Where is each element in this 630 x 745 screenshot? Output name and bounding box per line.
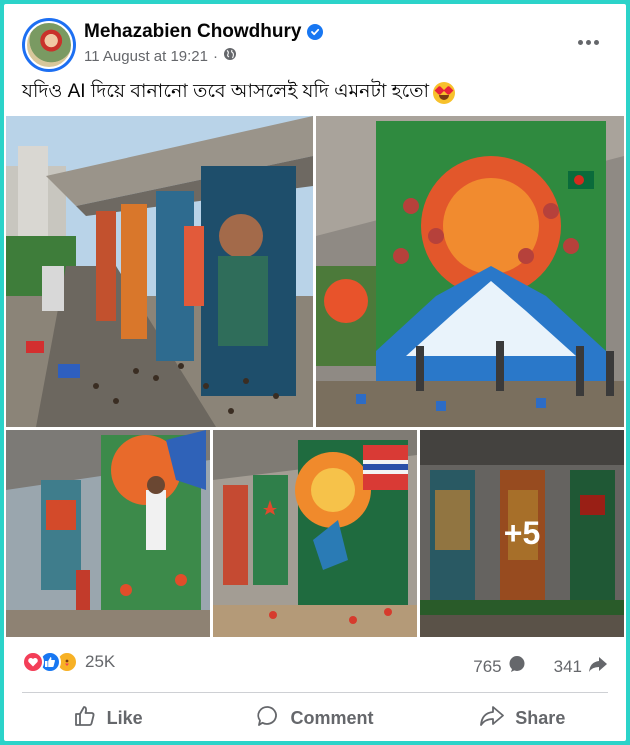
share-label: Share: [515, 707, 566, 728]
more-options-icon: [577, 39, 583, 45]
post-timestamp[interactable]: 11 August at 19:21: [84, 48, 208, 65]
author-name[interactable]: Mehazabien Chowdhury: [84, 21, 301, 43]
like-icon: [73, 704, 97, 733]
more-photos-overlay[interactable]: +5: [420, 430, 624, 637]
author-name-row: Mehazabien Chowdhury: [84, 21, 324, 43]
like-button[interactable]: Like: [4, 698, 211, 738]
post-caption: যদিও AI দিয়ে বানানো তবে আসলেই যদি এমনটা…: [22, 77, 455, 109]
reaction-count: 25K: [85, 652, 116, 671]
share-count-icon: [588, 655, 608, 678]
love-reaction-icon: [22, 651, 44, 673]
caption-text: যদিও AI দিয়ে বানানো তবে আসলেই যদি এমনটা…: [22, 81, 429, 102]
post-card: Mehazabien Chowdhury 11 August at 19:21 …: [4, 4, 626, 741]
post-photo-2[interactable]: [316, 116, 624, 427]
post-photo-4[interactable]: [213, 430, 417, 637]
like-label: Like: [106, 707, 143, 728]
comment-icon: [256, 704, 280, 733]
author-avatar[interactable]: [22, 18, 76, 72]
comment-label: Comment: [290, 707, 374, 728]
share-button[interactable]: Share: [419, 698, 626, 738]
post-photo-5[interactable]: +5: [420, 430, 624, 637]
comment-button[interactable]: Comment: [211, 698, 418, 738]
share-count[interactable]: 341: [554, 657, 582, 677]
comment-count[interactable]: 765: [473, 657, 501, 677]
post-stats: 765 341: [473, 655, 608, 678]
heart-eyes-emoji-icon: [433, 82, 455, 104]
comment-count-icon: [508, 655, 526, 678]
post-meta: 11 August at 19:21 ·: [84, 47, 237, 65]
post-actions: Like Comment Share: [4, 698, 626, 738]
meta-separator: ·: [213, 47, 218, 65]
globe-icon: [223, 47, 237, 65]
post-photo-3[interactable]: [6, 430, 210, 637]
verified-badge-icon: [307, 24, 324, 40]
reactions-summary[interactable]: 25K: [22, 651, 115, 673]
share-icon: [479, 704, 505, 733]
actions-divider: [22, 692, 608, 693]
more-options-button[interactable]: [570, 28, 606, 56]
post-photo-1[interactable]: [6, 116, 313, 427]
